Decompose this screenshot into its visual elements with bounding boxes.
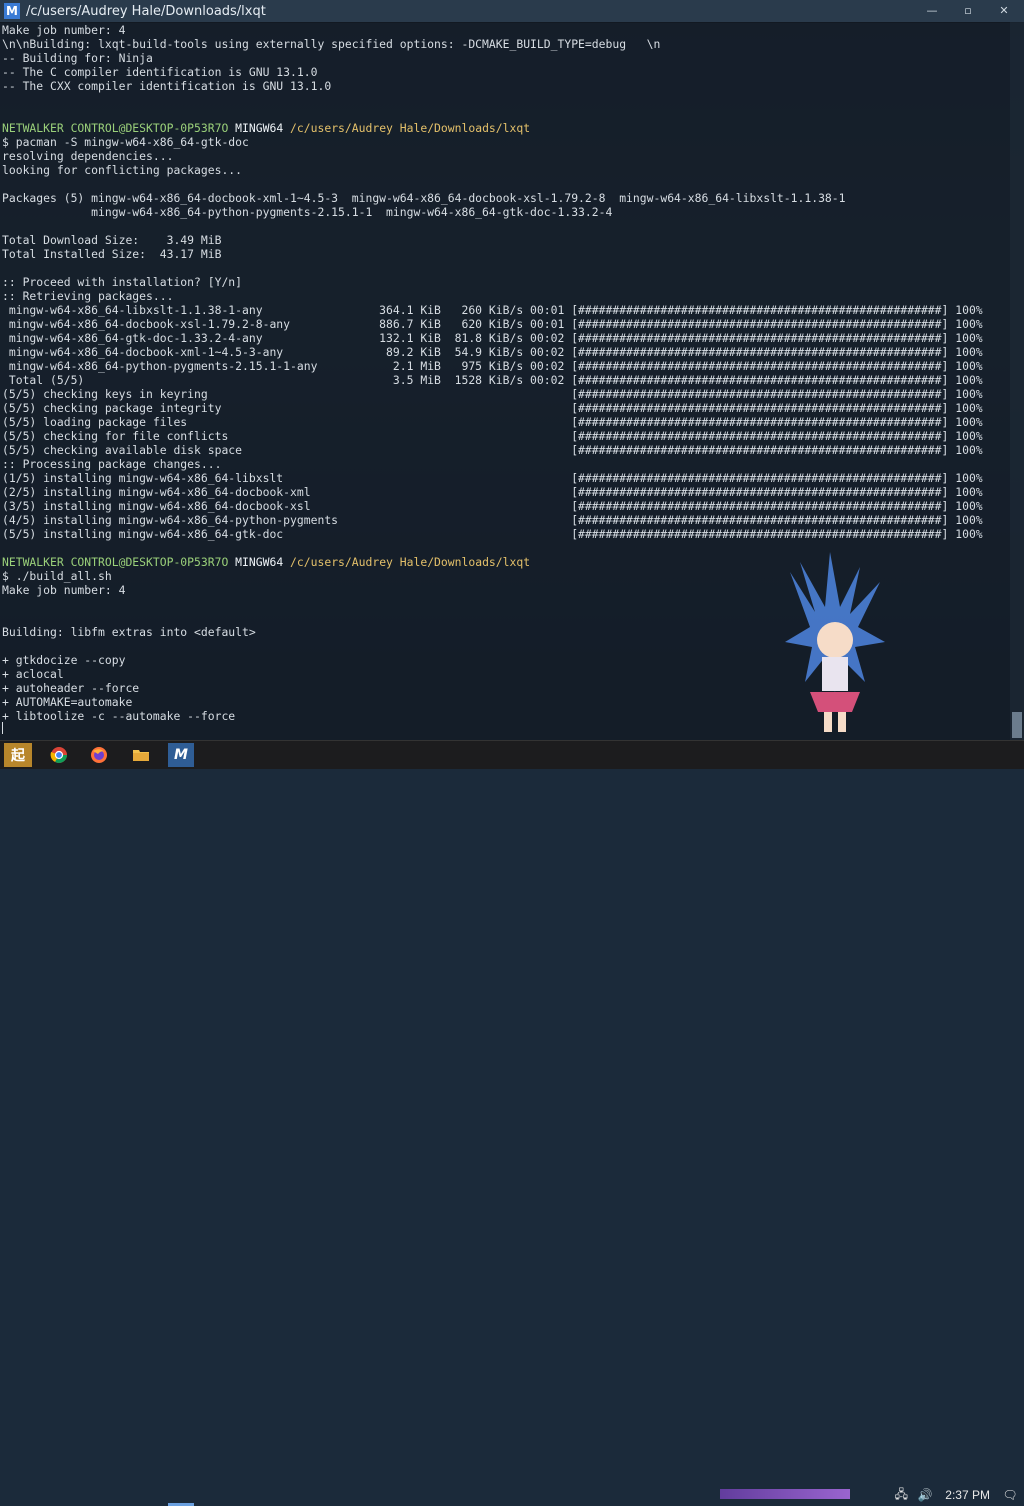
- maximize-button[interactable]: ▫: [954, 2, 982, 18]
- window-title: /c/users/Audrey Hale/Downloads/lxqt: [26, 3, 266, 19]
- terminal-line: mingw-w64-x86_64-gtk-doc-1.33.2-4-any 13…: [2, 331, 983, 345]
- terminal-line: + aclocal: [2, 667, 64, 681]
- close-button[interactable]: ✕: [990, 2, 1018, 18]
- terminal-line: + gtkdocize --copy: [2, 653, 126, 667]
- terminal-line: + autoheader --force: [2, 681, 140, 695]
- terminal-output[interactable]: Make job number: 4 \n\nBuilding: lxqt-bui…: [0, 22, 1010, 740]
- terminal-line: Total Download Size: 3.49 MiB: [2, 233, 222, 247]
- taskbar: 起 M 🖧 🔊 2:37 PM 🗨: [0, 740, 1024, 1506]
- shell-prompt-line: NETWALKER CONTROL@DESKTOP-0P53R7O MINGW6…: [2, 121, 531, 135]
- terminal-line: (5/5) loading package files [###########…: [2, 415, 983, 429]
- chrome-icon: [50, 747, 67, 763]
- terminal-line: looking for conflicting packages...: [2, 163, 243, 177]
- terminal-line: (5/5) checking keys in keyring [########…: [2, 387, 983, 401]
- terminal-line: Total Installed Size: 43.17 MiB: [2, 247, 222, 261]
- terminal-line: + libtoolize -c --automake --force: [2, 709, 236, 723]
- terminal-line: (4/5) installing mingw-w64-x86_64-python…: [2, 513, 983, 527]
- terminal-line: Total (5/5) 3.5 MiB 1528 KiB/s 00:02 [##…: [2, 373, 983, 387]
- terminal-line: (3/5) installing mingw-w64-x86_64-docboo…: [2, 499, 983, 513]
- terminal-line: $ pacman -S mingw-w64-x86_64-gtk-doc: [2, 135, 249, 149]
- terminal-scrollbar[interactable]: [1010, 22, 1024, 740]
- terminal-line: mingw-w64-x86_64-libxslt-1.1.38-1-any 36…: [2, 303, 983, 317]
- terminal-line: (5/5) installing mingw-w64-x86_64-gtk-do…: [2, 527, 983, 541]
- chrome-taskbar-button[interactable]: [46, 743, 72, 767]
- network-icon[interactable]: 🖧: [893, 1487, 909, 1503]
- terminal-line: mingw-w64-x86_64-docbook-xsl-1.79.2-8-an…: [2, 317, 983, 331]
- terminal-line: resolving dependencies...: [2, 149, 174, 163]
- clock[interactable]: 2:37 PM: [945, 1488, 990, 1502]
- terminal-line: Packages (5) mingw-w64-x86_64-docbook-xm…: [2, 191, 846, 205]
- terminal-line: Make job number: 4: [2, 23, 126, 37]
- terminal-line: (5/5) checking for file conflicts [#####…: [2, 429, 983, 443]
- terminal-line: (5/5) checking available disk space [###…: [2, 443, 983, 457]
- terminal-window[interactable]: M /c/users/Audrey Hale/Downloads/lxqt — …: [0, 0, 1024, 740]
- terminal-line: Building: libfm extras into <default>: [2, 625, 256, 639]
- terminal-line: -- Building for: Ninja: [2, 51, 153, 65]
- window-controls: — ▫ ✕: [918, 2, 1018, 18]
- taskbar-decoration-strip: [720, 1489, 850, 1499]
- terminal-line: mingw-w64-x86_64-python-pygments-2.15.1-…: [2, 205, 613, 219]
- terminal-line: mingw-w64-x86_64-python-pygments-2.15.1-…: [2, 359, 983, 373]
- firefox-icon: [91, 747, 107, 763]
- terminal-line: :: Retrieving packages...: [2, 289, 174, 303]
- notification-icon[interactable]: 🗨: [1002, 1487, 1018, 1503]
- terminal-line: -- The C compiler identification is GNU …: [2, 65, 318, 79]
- volume-icon[interactable]: 🔊: [917, 1487, 933, 1503]
- system-tray: 🖧 🔊 2:37 PM 🗨: [893, 1485, 1018, 1505]
- terminal-line: (2/5) installing mingw-w64-x86_64-docboo…: [2, 485, 983, 499]
- terminal-line: $ ./build_all.sh: [2, 569, 112, 583]
- terminal-line: (1/5) installing mingw-w64-x86_64-libxsl…: [2, 471, 983, 485]
- start-button[interactable]: 起: [4, 743, 32, 767]
- scrollbar-thumb[interactable]: [1012, 712, 1022, 738]
- folder-icon: [133, 750, 149, 761]
- shell-prompt-line: NETWALKER CONTROL@DESKTOP-0P53R7O MINGW6…: [2, 555, 531, 569]
- file-explorer-taskbar-button[interactable]: [128, 743, 154, 767]
- terminal-line: (5/5) checking package integrity [######…: [2, 401, 983, 415]
- terminal-line: :: Processing package changes...: [2, 457, 222, 471]
- window-titlebar[interactable]: M /c/users/Audrey Hale/Downloads/lxqt — …: [0, 0, 1024, 23]
- terminal-line: -- The CXX compiler identification is GN…: [2, 79, 332, 93]
- terminal-line: :: Proceed with installation? [Y/n]: [2, 275, 243, 289]
- terminal-line: \n\nBuilding: lxqt-build-tools using ext…: [2, 37, 661, 51]
- terminal-line: Make job number: 4: [2, 583, 126, 597]
- msys-app-icon: M: [4, 3, 20, 19]
- minimize-button[interactable]: —: [918, 2, 946, 18]
- terminal-line: mingw-w64-x86_64-docbook-xml-1~4.5-3-any…: [2, 345, 983, 359]
- firefox-taskbar-button[interactable]: [86, 743, 112, 767]
- msys-taskbar-button[interactable]: M: [168, 743, 194, 767]
- text-cursor: [2, 722, 3, 734]
- terminal-line: + AUTOMAKE=automake: [2, 695, 133, 709]
